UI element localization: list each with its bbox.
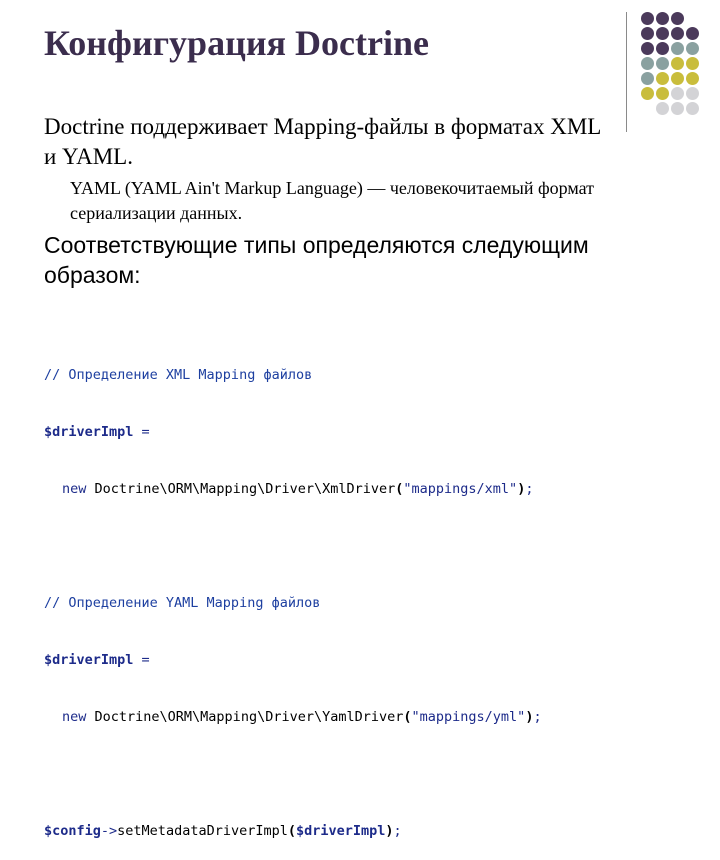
code-block: // Определение XML Mapping файлов $drive… [44,328,542,860]
code-keyword: new [62,709,95,725]
decorative-dot [671,12,684,25]
decorative-dot [656,87,669,100]
decorative-dot [641,87,654,100]
code-keyword: new [62,481,95,497]
code-paren: ( [403,709,412,725]
decorative-dot [656,42,669,55]
decorative-dot [641,42,654,55]
code-paren: ) [385,823,394,839]
decorative-dot [686,102,699,115]
decorative-dot [656,57,669,70]
decorative-dot [686,72,699,85]
decorative-dot [641,57,654,70]
decorative-dot [686,42,699,55]
decorative-dot [686,87,699,100]
code-operator: = [133,652,150,668]
code-variable: $driverImpl [44,652,134,668]
code-line: $config->setMetadataDriverImpl($driverIm… [44,822,542,841]
code-variable: $driverImpl [296,823,386,839]
code-method: setMetadataDriverImpl [117,823,288,839]
decorative-dot [671,102,684,115]
decorative-dot [656,72,669,85]
decorative-dot [656,102,669,115]
code-class-name: Doctrine\ORM\Mapping\Driver\YamlDriver [94,709,404,725]
code-line: new Doctrine\ORM\Mapping\Driver\XmlDrive… [44,480,542,499]
code-paren: ( [287,823,296,839]
code-string: "mappings/yml" [411,709,526,725]
code-class-name: Doctrine\ORM\Mapping\Driver\XmlDriver [94,481,396,497]
code-line: $driverImpl = [44,651,542,670]
code-semicolon: ; [533,709,542,725]
code-variable: $config [44,823,101,839]
decorative-dot [671,87,684,100]
decorative-dot [656,12,669,25]
decorative-dot [671,57,684,70]
decorative-dot [686,57,699,70]
decorative-dot [671,42,684,55]
decorative-dot [671,72,684,85]
paragraph-yaml-definition: YAML (YAML Ain't Markup Language) — чело… [70,178,595,223]
code-comment: // Определение XML Mapping файлов [44,367,313,383]
decorative-dot [686,27,699,40]
divider-line [626,12,627,132]
code-variable: $driverImpl [44,424,134,440]
code-line: // Определение YAML Mapping файлов [44,594,542,613]
decorative-dot [641,12,654,25]
paragraph-formats: Doctrine поддерживает Mapping-файлы в фо… [44,114,601,169]
code-paren: ) [525,709,534,725]
slide-title: Конфигурация Doctrine [44,23,429,63]
code-line: new Doctrine\ORM\Mapping\Driver\YamlDriv… [44,708,542,727]
code-line: // Определение XML Mapping файлов [44,366,542,385]
decorative-dot [656,27,669,40]
code-arrow: -> [100,823,118,839]
code-operator: = [133,424,150,440]
code-semicolon: ; [393,823,402,839]
decorative-dot [671,27,684,40]
decorative-dot [641,72,654,85]
code-semicolon: ; [525,481,534,497]
code-line: $driverImpl = [44,423,542,442]
paragraph-types: Соответствующие типы определяются следую… [44,232,589,288]
code-string: "mappings/xml" [403,481,518,497]
code-comment: // Определение YAML Mapping файлов [44,595,321,611]
decorative-dot [641,27,654,40]
